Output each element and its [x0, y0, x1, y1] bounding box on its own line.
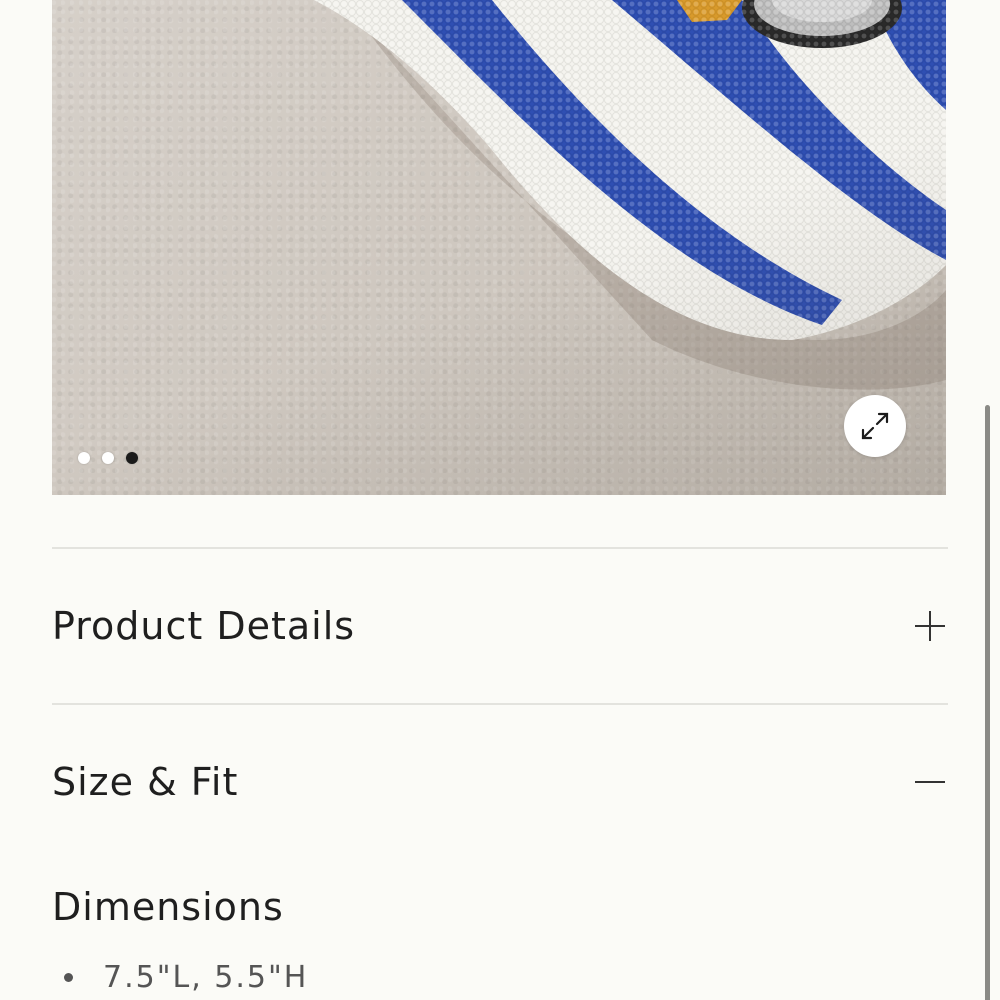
accordion-title: Product Details [52, 604, 356, 648]
expand-arrows-icon [861, 412, 889, 440]
product-page: Product Details Size & Fit Dimensions 7.… [0, 0, 1000, 1000]
divider [52, 547, 948, 549]
list-item: 7.5"L, 5.5"H [52, 960, 308, 995]
pagination-dot[interactable] [78, 452, 90, 464]
accordion-size-fit[interactable]: Size & Fit [52, 732, 948, 832]
accordion-product-details[interactable]: Product Details [52, 576, 948, 676]
plus-icon[interactable] [912, 608, 948, 644]
expand-image-button[interactable] [844, 395, 906, 457]
divider [52, 703, 948, 705]
scrollbar[interactable] [985, 405, 990, 1000]
dimensions-list: 7.5"L, 5.5"H [52, 960, 308, 995]
dimension-value: 7.5"L, 5.5"H [103, 960, 309, 995]
bullet-icon [64, 973, 73, 982]
image-shading [52, 0, 946, 495]
pagination-dot[interactable] [102, 452, 114, 464]
dimensions-heading: Dimensions [52, 885, 284, 929]
pagination-dot-active[interactable] [126, 452, 138, 464]
product-image-gallery[interactable] [52, 0, 946, 495]
gallery-pagination [78, 452, 138, 464]
accordion-title: Size & Fit [52, 760, 239, 804]
minus-icon[interactable] [912, 764, 948, 800]
